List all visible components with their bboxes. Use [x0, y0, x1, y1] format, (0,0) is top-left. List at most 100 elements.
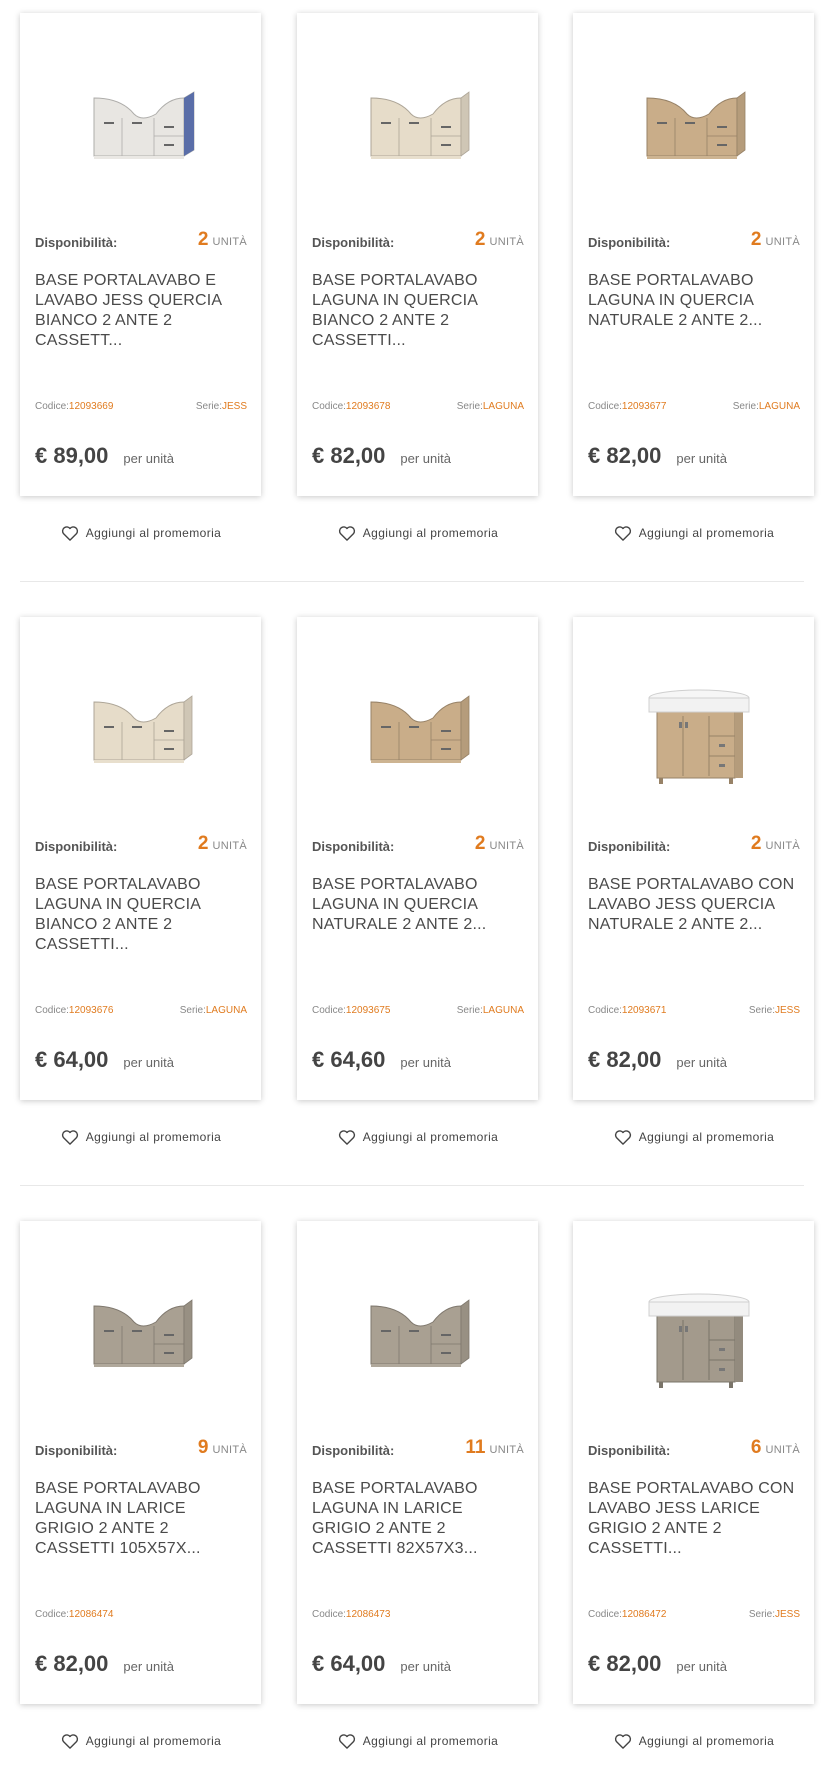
- wishlist-label: Aggiungi al promemoria: [638, 1130, 775, 1144]
- price-unit: per unità: [400, 451, 451, 466]
- product-card[interactable]: Disponibilità: 2 UNITÀ BASE PORTALAVABO …: [573, 13, 814, 496]
- availability-qty: 9: [197, 1437, 209, 1458]
- add-to-wishlist-button[interactable]: Aggiungi al promemoria: [20, 1122, 261, 1152]
- price-unit: per unità: [123, 1659, 174, 1674]
- product-image[interactable]: [573, 1241, 814, 1421]
- codice-value: 12093669: [68, 401, 114, 412]
- price-value: € 64,00: [312, 1651, 386, 1676]
- product-title[interactable]: BASE PORTALAVABO LAGUNA IN QUERCIA NATUR…: [588, 271, 800, 331]
- codice-value: 12093675: [345, 1005, 391, 1016]
- product-title[interactable]: BASE PORTALAVABO LAGUNA IN QUERCIA BIANC…: [312, 271, 524, 351]
- price-value: € 64,00: [35, 1047, 109, 1072]
- product-series: Serie:LAGUNA: [457, 401, 524, 412]
- wishlist-label: Aggiungi al promemoria: [638, 526, 775, 540]
- product-image[interactable]: [20, 1241, 261, 1421]
- product-image[interactable]: [20, 33, 261, 213]
- product-image[interactable]: [297, 1241, 538, 1421]
- heart-icon: [61, 1130, 78, 1145]
- vanity-white-oak-icon: [76, 660, 206, 795]
- product-code: Codice:12086472: [588, 1609, 666, 1620]
- product-image[interactable]: [573, 33, 814, 213]
- availability-label: Disponibilità:: [312, 839, 395, 854]
- product-card[interactable]: Disponibilità: 11 UNITÀ BASE PORTALAVABO…: [297, 1221, 538, 1704]
- product-code: Codice:12093669: [35, 401, 113, 412]
- vanity-white-oak-icon: [353, 56, 483, 191]
- availability-qty: 2: [197, 229, 209, 250]
- availability-value: 2 UNITÀ: [198, 833, 247, 855]
- availability-value: 2 UNITÀ: [198, 229, 247, 251]
- codice-label: Codice:: [312, 1005, 346, 1016]
- price-unit: per unità: [400, 1659, 451, 1674]
- availability-value: 6 UNITÀ: [751, 1437, 800, 1459]
- availability-qty: 2: [750, 833, 762, 854]
- price-value: € 64,60: [312, 1047, 386, 1072]
- add-to-wishlist-button[interactable]: Aggiungi al promemoria: [573, 1122, 814, 1152]
- product-card[interactable]: Disponibilità: 2 UNITÀ BASE PORTALAVABO …: [573, 617, 814, 1100]
- product-card[interactable]: Disponibilità: 2 UNITÀ BASE PORTALAVABO …: [297, 617, 538, 1100]
- add-to-wishlist-button[interactable]: Aggiungi al promemoria: [297, 518, 538, 548]
- availability-value: 2 UNITÀ: [475, 833, 524, 855]
- serie-label: Serie:: [732, 401, 759, 412]
- availability-label: Disponibilità:: [588, 1443, 671, 1458]
- product-card[interactable]: Disponibilità: 6 UNITÀ BASE PORTALAVABO …: [573, 1221, 814, 1704]
- heart-icon: [61, 526, 78, 541]
- serie-value[interactable]: JESS: [775, 1005, 800, 1016]
- vanity-white-oak-sink-icon: [76, 56, 206, 191]
- product-series: Serie:LAGUNA: [180, 1005, 247, 1016]
- add-to-wishlist-button[interactable]: Aggiungi al promemoria: [20, 1726, 261, 1756]
- serie-value[interactable]: LAGUNA: [483, 401, 524, 412]
- availability-unit: UNITÀ: [212, 1444, 247, 1456]
- serie-label: Serie:: [195, 401, 222, 412]
- product-code: Codice:12093675: [312, 1005, 390, 1016]
- price-value: € 82,00: [588, 1651, 662, 1676]
- serie-value[interactable]: JESS: [775, 1609, 800, 1620]
- product-code: Codice:12093676: [35, 1005, 113, 1016]
- product-card[interactable]: Disponibilità: 9 UNITÀ BASE PORTALAVABO …: [20, 1221, 261, 1704]
- product-title[interactable]: BASE PORTALAVABO LAGUNA IN LARICE GRIGIO…: [312, 1479, 524, 1559]
- product-price: € 64,60 per unità: [312, 1047, 451, 1073]
- availability-unit: UNITÀ: [489, 840, 524, 852]
- availability-label: Disponibilità:: [35, 1443, 118, 1458]
- wishlist-label: Aggiungi al promemoria: [362, 526, 499, 540]
- add-to-wishlist-button[interactable]: Aggiungi al promemoria: [573, 1726, 814, 1756]
- product-image[interactable]: [20, 637, 261, 817]
- product-image[interactable]: [573, 637, 814, 817]
- product-title[interactable]: BASE PORTALAVABO E LAVABO JESS QUERCIA B…: [35, 271, 247, 351]
- availability-qty: 2: [474, 229, 486, 250]
- vanity-natural-oak-icon: [629, 56, 759, 191]
- add-to-wishlist-button[interactable]: Aggiungi al promemoria: [20, 518, 261, 548]
- serie-value[interactable]: LAGUNA: [483, 1005, 524, 1016]
- availability-qty: 2: [750, 229, 762, 250]
- product-title[interactable]: BASE PORTALAVABO LAGUNA IN LARICE GRIGIO…: [35, 1479, 247, 1559]
- product-card[interactable]: Disponibilità: 2 UNITÀ BASE PORTALAVABO …: [20, 13, 261, 496]
- availability-unit: UNITÀ: [489, 1444, 524, 1456]
- add-to-wishlist-button[interactable]: Aggiungi al promemoria: [573, 518, 814, 548]
- availability-qty: 2: [197, 833, 209, 854]
- product-card[interactable]: Disponibilità: 2 UNITÀ BASE PORTALAVABO …: [20, 617, 261, 1100]
- codice-value: 12093676: [68, 1005, 114, 1016]
- product-price: € 64,00 per unità: [35, 1047, 174, 1073]
- product-price: € 64,00 per unità: [312, 1651, 451, 1677]
- product-title[interactable]: BASE PORTALAVABO LAGUNA IN QUERCIA BIANC…: [35, 875, 247, 955]
- add-to-wishlist-button[interactable]: Aggiungi al promemoria: [297, 1726, 538, 1756]
- codice-label: Codice:: [312, 401, 346, 412]
- product-title[interactable]: BASE PORTALAVABO CON LAVABO JESS LARICE …: [588, 1479, 800, 1559]
- vanity-natural-oak-icon: [353, 660, 483, 795]
- product-title[interactable]: BASE PORTALAVABO LAGUNA IN QUERCIA NATUR…: [312, 875, 524, 935]
- codice-value: 12093678: [345, 401, 391, 412]
- codice-label: Codice:: [35, 1005, 69, 1016]
- product-title[interactable]: BASE PORTALAVABO CON LAVABO JESS QUERCIA…: [588, 875, 800, 935]
- product-image[interactable]: [297, 33, 538, 213]
- add-to-wishlist-button[interactable]: Aggiungi al promemoria: [297, 1122, 538, 1152]
- wishlist-label: Aggiungi al promemoria: [362, 1130, 499, 1144]
- serie-value[interactable]: JESS: [222, 401, 247, 412]
- codice-value: 12086473: [345, 1609, 391, 1620]
- product-image[interactable]: [297, 637, 538, 817]
- serie-label: Serie:: [748, 1609, 775, 1620]
- serie-value[interactable]: LAGUNA: [759, 401, 800, 412]
- price-value: € 82,00: [35, 1651, 109, 1676]
- serie-value[interactable]: LAGUNA: [206, 1005, 247, 1016]
- product-card[interactable]: Disponibilità: 2 UNITÀ BASE PORTALAVABO …: [297, 13, 538, 496]
- product-code: Codice:12093677: [588, 401, 666, 412]
- vanity-natural-oak-basin-icon: [629, 660, 759, 795]
